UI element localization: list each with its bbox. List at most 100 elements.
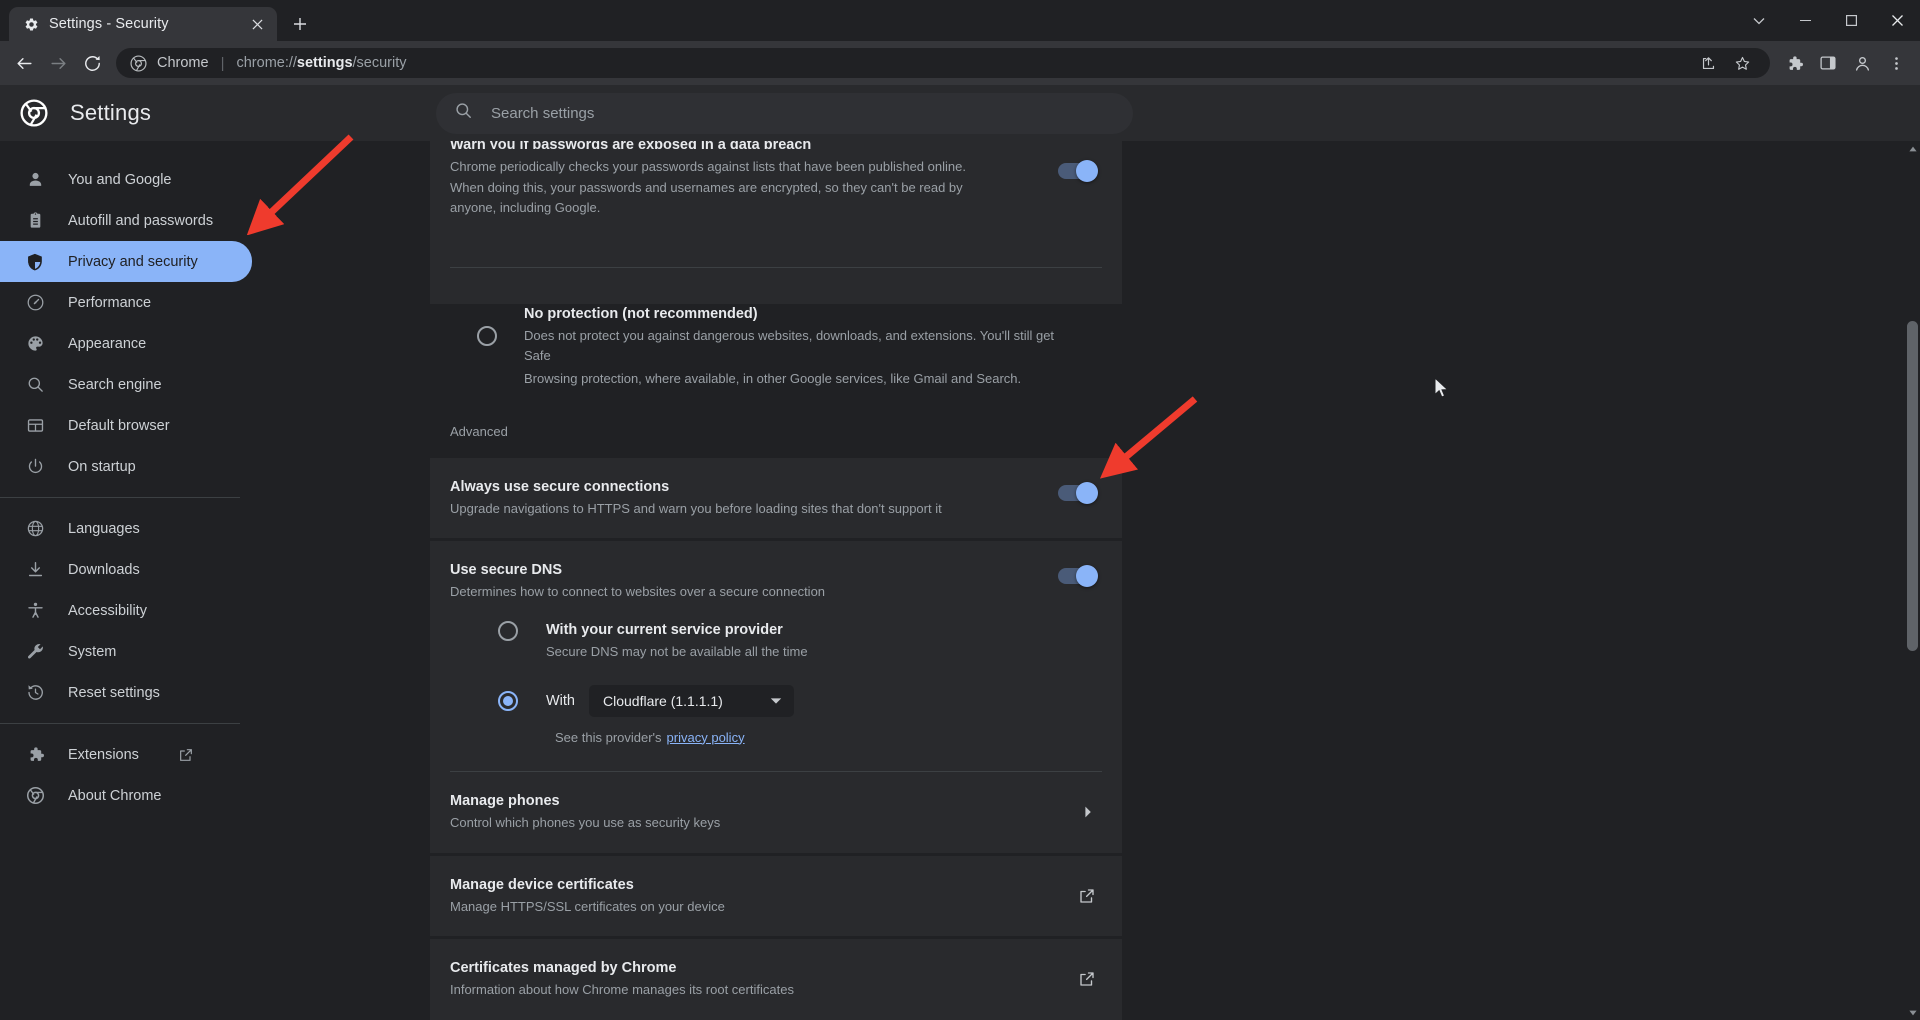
- url-bold-segment: settings: [296, 55, 353, 71]
- forward-arrow-icon[interactable]: [42, 47, 74, 79]
- secure-dns-text: Use secure DNS Determines how to connect…: [450, 560, 1058, 603]
- sidebar-item-about-chrome[interactable]: About Chrome: [0, 775, 252, 816]
- omnibox-url: chrome://settings/security: [236, 55, 406, 71]
- sidebar-item-privacy-and-security[interactable]: Privacy and security: [0, 241, 252, 282]
- globe-icon: [24, 518, 46, 540]
- certificates-managed-by-chrome-card[interactable]: Certificates managed by Chrome Informati…: [430, 939, 1122, 1020]
- manage-phones-title: Manage phones: [450, 793, 560, 809]
- dns-current-provider-sub: Secure DNS may not be available all the …: [546, 644, 808, 659]
- sidebar-item-reset-settings[interactable]: Reset settings: [0, 672, 252, 713]
- vertical-scrollbar[interactable]: [1905, 141, 1920, 1020]
- always-secure-connections-card[interactable]: Always use secure connections Upgrade na…: [430, 458, 1122, 538]
- toggle-knob: [1076, 482, 1098, 504]
- no-protection-desc-1: Does not protect you against dangerous w…: [524, 327, 1055, 364]
- settings-sidebar: You and Google Autofill and passwords Pr…: [0, 141, 256, 1020]
- back-arrow-icon[interactable]: [8, 47, 40, 79]
- settings-brand[interactable]: Settings: [0, 99, 256, 127]
- window-controls: [1736, 0, 1920, 41]
- external-link-icon[interactable]: [1077, 886, 1097, 906]
- sidebar-item-languages[interactable]: Languages: [0, 508, 252, 549]
- search-placeholder: Search settings: [491, 104, 595, 122]
- scrollbar-thumb[interactable]: [1907, 321, 1918, 651]
- breach-warning-desc-1: Chrome periodically checks your password…: [450, 159, 966, 174]
- scroll-up-arrow-icon[interactable]: [1905, 141, 1920, 156]
- dns-policy-prefix: See this provider's: [555, 729, 662, 745]
- dns-with-provider-radio[interactable]: [498, 690, 518, 711]
- share-icon[interactable]: [1692, 47, 1724, 79]
- download-icon: [24, 559, 46, 581]
- sidebar-item-default-browser[interactable]: Default browser: [0, 405, 252, 446]
- sidebar-item-label: System: [68, 643, 117, 660]
- browser-window: Settings - Security Chrome | chrome://se…: [0, 0, 1920, 1020]
- search-icon: [24, 374, 46, 396]
- no-protection-row[interactable]: No protection (not recommended) Does not…: [430, 304, 1122, 390]
- sidebar-item-you-and-google[interactable]: You and Google: [0, 159, 252, 200]
- no-protection-radio[interactable]: [477, 325, 497, 346]
- breach-warning-row[interactable]: Warn you if passwords are exposed in a d…: [430, 141, 1122, 219]
- sidebar-item-label: Search engine: [68, 376, 162, 393]
- privacy-policy-link[interactable]: privacy policy: [667, 728, 745, 749]
- sidebar-item-on-startup[interactable]: On startup: [0, 446, 252, 487]
- minimize-button[interactable]: [1782, 0, 1828, 41]
- omnibox-right-icons: [1692, 47, 1758, 79]
- certificates-managed-by-chrome-row[interactable]: Certificates managed by Chrome Informati…: [430, 958, 1122, 1001]
- always-secure-connections-text: Always use secure connections Upgrade na…: [450, 477, 1058, 520]
- secure-dns-title: Use secure DNS: [450, 561, 563, 578]
- browser-window-icon: [24, 415, 46, 437]
- sidebar-item-autofill-and-passwords[interactable]: Autofill and passwords: [0, 200, 252, 241]
- sidebar-item-label: Extensions: [68, 746, 139, 763]
- secure-dns-toggle[interactable]: [1058, 564, 1098, 587]
- no-protection-title: No protection (not recommended): [524, 305, 758, 322]
- sidebar-item-label: On startup: [68, 458, 136, 475]
- dns-with-provider-option[interactable]: With Cloudflare (1.1.1.1): [430, 684, 1122, 717]
- profile-icon[interactable]: [1846, 47, 1878, 79]
- sidebar-item-accessibility[interactable]: Accessibility: [0, 590, 252, 631]
- external-link-icon[interactable]: [1077, 969, 1097, 989]
- manage-device-certificates-card[interactable]: Manage device certificates Manage HTTPS/…: [430, 855, 1122, 936]
- certificates-managed-by-chrome-text: Certificates managed by Chrome Informati…: [450, 958, 1077, 1001]
- chrome-logo-icon: [24, 785, 46, 807]
- manage-phones-row[interactable]: Manage phones Control which phones you u…: [430, 772, 1122, 853]
- breach-warning-desc-3: anyone, including Google.: [450, 200, 601, 215]
- dns-provider-dropdown[interactable]: Cloudflare (1.1.1.1): [589, 684, 794, 717]
- sidebar-item-downloads[interactable]: Downloads: [0, 549, 252, 590]
- sidebar-item-label: Privacy and security: [68, 253, 198, 270]
- star-icon[interactable]: [1726, 47, 1758, 79]
- sidebar-item-search-engine[interactable]: Search engine: [0, 364, 252, 405]
- manage-phones-desc: Control which phones you use as security…: [450, 815, 721, 830]
- browser-tab[interactable]: Settings - Security: [9, 7, 277, 41]
- dns-with-label: With: [546, 692, 575, 709]
- title-bar: Settings - Security: [0, 0, 1920, 41]
- secure-dns-row[interactable]: Use secure DNS Determines how to connect…: [430, 560, 1122, 603]
- sidebar-item-system[interactable]: System: [0, 631, 252, 672]
- manage-device-certificates-title: Manage device certificates: [450, 876, 634, 893]
- address-bar[interactable]: Chrome | chrome://settings/security: [116, 48, 1770, 78]
- close-window-button[interactable]: [1874, 0, 1920, 41]
- side-panel-icon[interactable]: [1812, 47, 1844, 79]
- puzzle-icon[interactable]: [1778, 47, 1810, 79]
- tab-search-chevron-icon[interactable]: [1736, 0, 1782, 41]
- dns-current-provider-radio[interactable]: [498, 621, 518, 641]
- dns-current-provider-option[interactable]: With your current service provider Secur…: [430, 621, 1122, 663]
- always-secure-connections-row[interactable]: Always use secure connections Upgrade na…: [430, 477, 1122, 520]
- always-secure-connections-title: Always use secure connections: [450, 479, 670, 495]
- breach-warning-toggle[interactable]: [1058, 160, 1098, 182]
- search-input[interactable]: Search settings: [436, 92, 1133, 134]
- sidebar-item-appearance[interactable]: Appearance: [0, 323, 252, 364]
- settings-content: Warn you if passwords are exposed in a d…: [256, 141, 1920, 1020]
- close-tab-button[interactable]: [247, 14, 267, 34]
- breach-warning-title: Warn you if passwords are exposed in a d…: [450, 141, 812, 149]
- scroll-down-arrow-icon[interactable]: [1905, 1005, 1920, 1020]
- new-tab-button[interactable]: [283, 7, 317, 41]
- maximize-button[interactable]: [1828, 0, 1874, 41]
- manage-device-certificates-row[interactable]: Manage device certificates Manage HTTPS/…: [430, 875, 1122, 918]
- reload-icon[interactable]: [76, 47, 108, 79]
- sidebar-item-performance[interactable]: Performance: [0, 282, 252, 323]
- always-secure-connections-toggle[interactable]: [1058, 482, 1098, 504]
- toggle-knob: [1076, 160, 1098, 182]
- sidebar-item-extensions[interactable]: Extensions: [0, 734, 252, 775]
- three-dot-menu-icon[interactable]: [1880, 47, 1912, 79]
- no-protection-text: No protection (not recommended) Does not…: [524, 304, 1102, 390]
- url-prefix: chrome://: [236, 55, 297, 71]
- palette-icon: [24, 333, 46, 355]
